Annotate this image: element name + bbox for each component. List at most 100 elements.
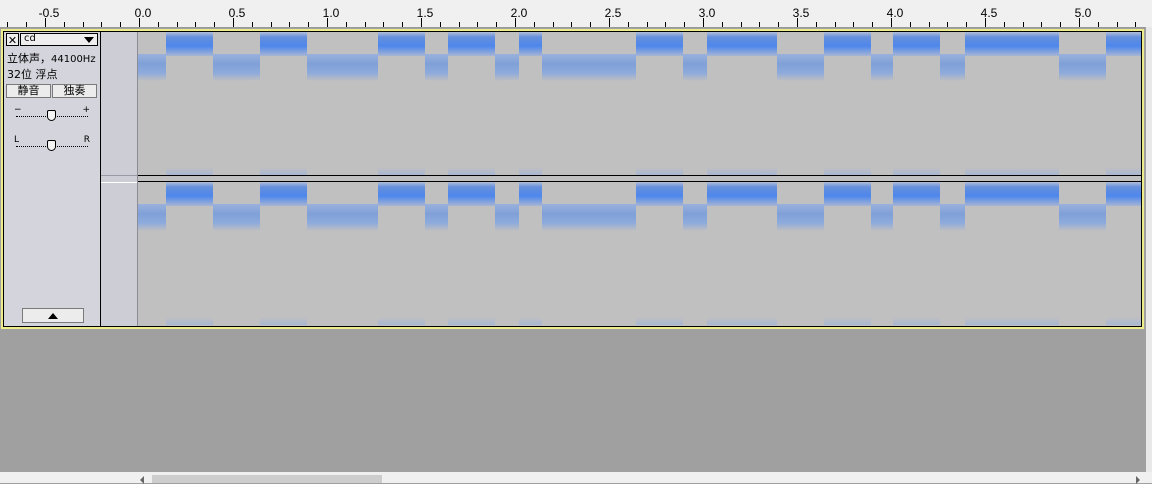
ruler-tick-label: -0.5 (38, 6, 60, 20)
ruler-minor-tick (1022, 22, 1024, 27)
vertical-scrollbar[interactable] (1146, 27, 1152, 472)
gain-slider-thumb[interactable] (47, 110, 56, 121)
ruler-tick-label: 4.0 (886, 6, 904, 20)
spectrogram-band-tail (1106, 167, 1141, 175)
spectrogram-band-tail (448, 167, 495, 175)
ruler-minor-tick (157, 22, 159, 27)
pan-slider-thumb[interactable] (47, 140, 56, 151)
ruler-minor-tick (120, 22, 122, 27)
gain-minus-label: − (14, 105, 22, 115)
spectrogram-band (824, 32, 871, 56)
audio-track[interactable]: ✕ cd 立体声，44100Hz 32位 浮点 静音 独奏 − + L R (1, 29, 1144, 329)
solo-button[interactable]: 独奏 (52, 84, 97, 98)
vertical-ruler-divider (101, 175, 137, 176)
spectrogram-band (893, 32, 940, 56)
horizontal-scrollbar[interactable] (0, 472, 1152, 484)
pan-slider[interactable]: L R (14, 135, 90, 154)
spectrogram-band-tail (1106, 317, 1141, 325)
right-channel-spectrogram[interactable] (138, 182, 1141, 325)
spectrogram-band (707, 182, 777, 206)
ruler-minor-tick (1116, 22, 1118, 27)
track-name-row: ✕ cd (6, 33, 98, 47)
spectrogram-band (448, 182, 495, 206)
ruler-tick-label: 5.0 (1074, 6, 1092, 20)
vertical-ruler[interactable] (101, 32, 138, 326)
spectrogram-band-low (683, 204, 707, 231)
spectrogram-band-low (777, 54, 824, 81)
spectrogram-band (707, 32, 777, 56)
ruler-tick-label: 3.0 (698, 6, 716, 20)
spectrogram-band-low (683, 54, 707, 81)
ruler-minor-tick (684, 22, 686, 27)
spectrogram-band-low (871, 204, 893, 231)
spectrogram-band (965, 182, 1059, 206)
track-menu-dropdown[interactable]: cd (20, 33, 98, 46)
spectrogram-band-tail (824, 317, 871, 325)
ruler-minor-tick (364, 22, 366, 27)
ruler-minor-tick (872, 22, 874, 27)
ruler-minor-tick (853, 22, 855, 27)
horizontal-scroll-thumb[interactable] (152, 475, 382, 483)
ruler-minor-tick (345, 22, 347, 27)
spectrogram-band-tail (893, 317, 940, 325)
ruler-tick-label: 1.5 (416, 6, 434, 20)
close-icon: ✕ (7, 34, 18, 47)
collapse-track-button[interactable] (22, 308, 84, 323)
spectrogram-band-low (138, 204, 166, 231)
spectrogram-band-low (425, 54, 448, 81)
left-channel-spectrogram[interactable] (138, 32, 1141, 175)
ruler-tick-label: 0.5 (228, 6, 246, 20)
ruler-minor-tick (477, 22, 479, 27)
track-channel-info: 立体声，44100Hz (7, 50, 96, 66)
ruler-minor-tick (834, 22, 836, 27)
ruler-minor-tick (552, 22, 554, 27)
ruler-minor-tick (740, 22, 742, 27)
ruler-minor-tick (646, 22, 648, 27)
spectrogram-band (166, 182, 213, 206)
spectrogram-view[interactable] (138, 32, 1141, 326)
spectrogram-band (1106, 182, 1141, 206)
spectrogram-band-tail (378, 317, 425, 325)
spectrogram-band-low (495, 204, 519, 231)
spectrogram-band-low (940, 204, 965, 231)
ruler-minor-tick (214, 22, 216, 27)
ruler-minor-tick (308, 22, 310, 27)
track-control-panel: ✕ cd 立体声，44100Hz 32位 浮点 静音 独奏 − + L R (4, 32, 101, 326)
ruler-minor-tick (496, 22, 498, 27)
ruler-minor-tick (26, 22, 28, 27)
ruler-tick-label: 3.5 (792, 6, 810, 20)
spectrogram-band (378, 182, 425, 206)
spectrogram-band-low (542, 204, 636, 231)
sample-rate-text: 44100Hz (51, 54, 96, 65)
spectrogram-band-tail (965, 167, 1059, 175)
spectrogram-band-tail (519, 317, 542, 325)
spectrogram-band-tail (260, 167, 307, 175)
sample-format-text: 32位 浮点 (7, 68, 58, 81)
spectrogram-band-low (777, 204, 824, 231)
spectrogram-band-low (213, 204, 260, 231)
spectrogram-band (166, 32, 213, 56)
ruler-minor-tick (383, 22, 385, 27)
mute-button[interactable]: 静音 (6, 84, 51, 98)
spectrogram-band-low (940, 54, 965, 81)
ruler-minor-tick (270, 22, 272, 27)
empty-project-area[interactable] (0, 329, 1146, 472)
spectrogram-band-low (307, 54, 378, 81)
vertical-ruler-divider-highlight (101, 182, 137, 183)
close-track-button[interactable]: ✕ (6, 33, 19, 47)
timeline-ruler[interactable]: -0.5 0.0 0.5 1.0 1.5 2.0 2.5 3.0 3.5 4.0 4.5 5.0 (0, 0, 1152, 28)
ruler-minor-tick (815, 22, 817, 27)
ruler-minor-tick (665, 22, 667, 27)
ruler-minor-tick (1097, 22, 1099, 27)
spectrogram-band (519, 182, 542, 206)
spectrogram-band-low (425, 204, 448, 231)
ruler-minor-tick (909, 22, 911, 27)
spectrogram-band-tail (707, 167, 777, 175)
ruler-minor-tick (82, 22, 84, 27)
gain-slider[interactable]: − + (14, 105, 90, 124)
pan-left-label: L (14, 135, 20, 145)
ruler-tick-label: 4.5 (980, 6, 998, 20)
spectrogram-band-low (542, 54, 636, 81)
ruler-minor-tick (571, 22, 573, 27)
spectrogram-band (636, 32, 683, 56)
